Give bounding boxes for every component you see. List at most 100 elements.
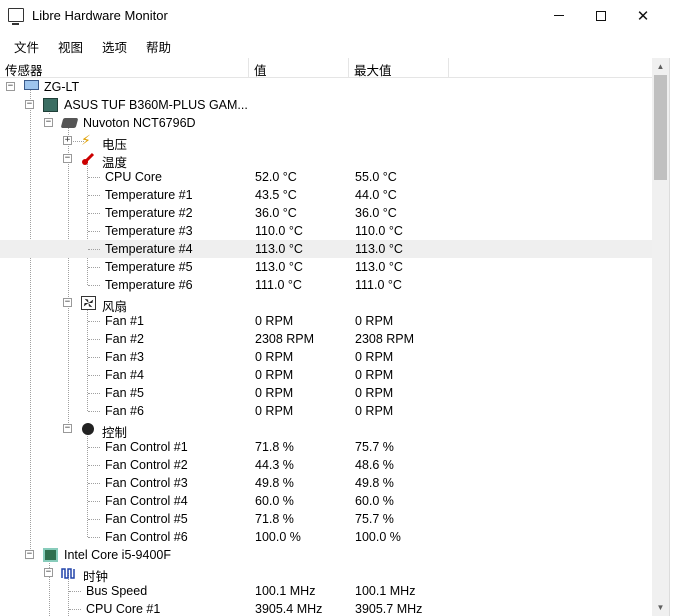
sensor-row-fan-2[interactable]: Fan #2 2308 RPM 2308 RPM xyxy=(0,330,652,348)
column-max[interactable]: 最大值 xyxy=(354,60,392,79)
scroll-thumb[interactable] xyxy=(654,75,667,180)
maximize-icon xyxy=(596,10,606,21)
sensor-row-control-5[interactable]: Fan Control #5 71.8 % 75.7 % xyxy=(0,510,652,528)
minimize-button[interactable] xyxy=(536,0,582,31)
column-header: 传感器 值 最大值 xyxy=(0,58,652,78)
sensor-row-temp-6[interactable]: Temperature #5 113.0 °C 113.0 °C xyxy=(0,258,652,276)
sensor-row-fan-4[interactable]: Fan #4 0 RPM 0 RPM xyxy=(0,366,652,384)
tree-node-root[interactable]: − ZG-LT xyxy=(0,78,652,96)
sensor-max: 113.0 °C xyxy=(355,242,403,256)
sensor-max: 49.8 % xyxy=(355,476,394,490)
sensor-name: Temperature #6 xyxy=(105,278,193,292)
clock-wave-icon xyxy=(61,568,75,579)
sensor-row-fan-3[interactable]: Fan #3 0 RPM 0 RPM xyxy=(0,348,652,366)
motherboard-icon xyxy=(43,98,58,112)
control-knob-icon xyxy=(82,423,94,435)
menu-help[interactable]: 帮助 xyxy=(146,37,171,56)
maximize-button[interactable] xyxy=(578,0,624,31)
sensor-max: 36.0 °C xyxy=(355,206,397,220)
scroll-down-icon[interactable]: ▼ xyxy=(652,599,669,616)
lightning-icon: ⚡ xyxy=(81,132,91,148)
sensor-name: Fan Control #1 xyxy=(105,440,188,454)
sensor-row-clock-2[interactable]: CPU Core #1 3905.4 MHz 3905.7 MHz xyxy=(0,600,652,616)
tree-node-superio[interactable]: − Nuvoton NCT6796D xyxy=(0,114,652,132)
sensor-row-clock-1[interactable]: Bus Speed 100.1 MHz 100.1 MHz xyxy=(0,582,652,600)
column-divider[interactable] xyxy=(448,58,449,77)
sensor-max: 0 RPM xyxy=(355,404,394,418)
collapse-icon[interactable]: − xyxy=(63,154,72,163)
menu-view[interactable]: 视图 xyxy=(58,37,83,56)
scroll-up-icon[interactable]: ▲ xyxy=(652,58,669,75)
sensor-row-temp-1[interactable]: CPU Core 52.0 °C 55.0 °C xyxy=(0,168,652,186)
sensor-row-temp-4[interactable]: Temperature #3 110.0 °C 110.0 °C xyxy=(0,222,652,240)
tree-line xyxy=(88,447,100,448)
tree-line xyxy=(88,231,100,232)
tree-line xyxy=(88,393,100,394)
expand-icon[interactable]: + xyxy=(63,136,72,145)
sensor-row-fan-5[interactable]: Fan #5 0 RPM 0 RPM xyxy=(0,384,652,402)
collapse-icon[interactable]: − xyxy=(63,298,72,307)
column-divider[interactable] xyxy=(248,58,249,77)
collapse-icon[interactable]: − xyxy=(44,568,53,577)
menu-options[interactable]: 选项 xyxy=(102,37,127,56)
sensor-row-temp-7[interactable]: Temperature #6 111.0 °C 111.0 °C xyxy=(0,276,652,294)
menu-file[interactable]: 文件 xyxy=(14,37,39,56)
tree-node-temperature[interactable]: − 温度 xyxy=(0,150,652,170)
sensor-name: Temperature #3 xyxy=(105,224,193,238)
sensor-value: 0 RPM xyxy=(255,350,294,364)
sensor-value: 110.0 °C xyxy=(255,224,303,238)
tree-line xyxy=(88,357,100,358)
collapse-icon[interactable]: − xyxy=(25,550,34,559)
sensor-max: 0 RPM xyxy=(355,314,394,328)
sensor-max: 100.1 MHz xyxy=(355,584,416,598)
collapse-icon[interactable]: − xyxy=(6,82,15,91)
sensor-value: 71.8 % xyxy=(255,440,294,454)
sensor-row-temp-3[interactable]: Temperature #2 36.0 °C 36.0 °C xyxy=(0,204,652,222)
sensor-row-control-1[interactable]: Fan Control #1 71.8 % 75.7 % xyxy=(0,438,652,456)
sensor-row-control-2[interactable]: Fan Control #2 44.3 % 48.6 % xyxy=(0,456,652,474)
tree-line xyxy=(88,537,100,538)
sensor-name: Fan Control #3 xyxy=(105,476,188,490)
column-divider[interactable] xyxy=(348,58,349,77)
tree-line xyxy=(88,213,100,214)
collapse-icon[interactable]: − xyxy=(63,424,72,433)
sensor-max: 0 RPM xyxy=(355,386,394,400)
sensor-value: 0 RPM xyxy=(255,314,294,328)
window-edge xyxy=(669,58,674,616)
sensor-max: 0 RPM xyxy=(355,350,394,364)
sensor-row-fan-1[interactable]: Fan #1 0 RPM 0 RPM xyxy=(0,312,652,330)
sensor-max: 2308 RPM xyxy=(355,332,415,346)
sensor-value: 52.0 °C xyxy=(255,170,297,184)
collapse-icon[interactable]: − xyxy=(44,118,53,127)
tree-node-cpu[interactable]: − Intel Core i5-9400F xyxy=(0,546,652,564)
sensor-max: 3905.7 MHz xyxy=(355,602,423,616)
chip-icon xyxy=(60,118,79,128)
sensor-name: Fan Control #2 xyxy=(105,458,188,472)
tree-line xyxy=(88,465,100,466)
sensor-row-temp-2[interactable]: Temperature #1 43.5 °C 44.0 °C xyxy=(0,186,652,204)
sensor-max: 75.7 % xyxy=(355,440,394,454)
sensor-row-control-4[interactable]: Fan Control #4 60.0 % 60.0 % xyxy=(0,492,652,510)
tree-node-fans[interactable]: − 风扇 xyxy=(0,294,652,314)
column-value[interactable]: 值 xyxy=(254,60,267,79)
sensor-max: 48.6 % xyxy=(355,458,394,472)
close-button[interactable]: ✕ xyxy=(620,0,666,31)
sensor-row-fan-6[interactable]: Fan #6 0 RPM 0 RPM xyxy=(0,402,652,420)
tree-line xyxy=(88,321,100,322)
tree-node-clocks[interactable]: − 时钟 xyxy=(0,564,652,584)
sensor-value: 100.0 % xyxy=(255,530,301,544)
tree-node-motherboard[interactable]: − ASUS TUF B360M-PLUS GAM... xyxy=(0,96,652,114)
sensor-row-temp-5[interactable]: Temperature #4 113.0 °C 113.0 °C xyxy=(0,240,652,258)
sensor-row-control-6[interactable]: Fan Control #6 100.0 % 100.0 % xyxy=(0,528,652,546)
tree-node-voltage[interactable]: + ⚡ 电压 xyxy=(0,132,652,152)
tree-node-controls[interactable]: − 控制 xyxy=(0,420,652,440)
column-sensor[interactable]: 传感器 xyxy=(5,60,43,79)
sensor-name: Temperature #4 xyxy=(105,242,193,256)
sensor-value: 43.5 °C xyxy=(255,188,297,202)
tree-line xyxy=(88,375,100,376)
sensor-tree: − ZG-LT − ASUS TUF B360M-PLUS GAM... − N… xyxy=(0,78,652,616)
collapse-icon[interactable]: − xyxy=(25,100,34,109)
vertical-scrollbar[interactable]: ▲ ▼ xyxy=(652,58,669,616)
sensor-row-control-3[interactable]: Fan Control #3 49.8 % 49.8 % xyxy=(0,474,652,492)
sensor-name: Bus Speed xyxy=(86,584,148,598)
